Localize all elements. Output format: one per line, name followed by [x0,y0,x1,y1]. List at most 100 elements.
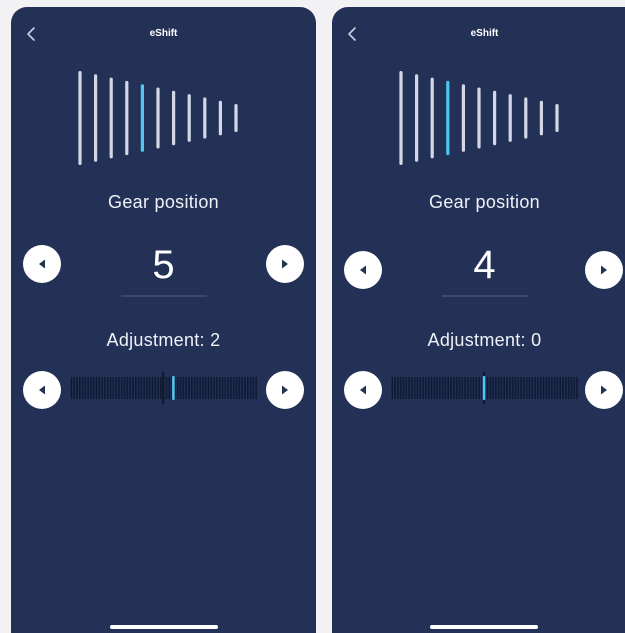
slider-tick [143,377,145,399]
slider-tick [394,377,396,399]
slider-tick [447,377,450,399]
slider-tick [249,377,252,399]
slider-tick [140,377,143,399]
adjustment-prev-button[interactable] [344,371,382,409]
adjustment-slider[interactable] [390,371,578,405]
slider-tick [227,377,229,399]
slider-tick [455,377,458,399]
slider-tick [182,377,185,399]
slider-tick [246,377,249,399]
slider-tick [210,377,213,399]
slider-tick [109,377,112,399]
gear-bar-11 [234,104,238,132]
slider-tick [204,377,207,399]
slider-tick [537,377,539,399]
slider-tick [506,377,508,399]
slider-tick [132,377,134,399]
gear-bar-6 [477,87,481,149]
slider-tick [120,377,123,399]
slider-value-indicator[interactable] [482,376,486,400]
gear-bar-10 [539,100,543,136]
slider-tick [461,377,464,399]
slider-tick [562,377,564,399]
slider-tick [397,377,399,399]
gear-bar-7 [172,90,176,146]
slider-tick [134,377,137,399]
slider-tick [101,377,103,399]
slider-tick [525,377,528,399]
slider-tick [137,377,140,399]
slider-tick [255,377,257,399]
slider-tick [467,377,469,399]
slider-tick [520,377,522,399]
slider-tick [464,377,466,399]
slider-tick [416,377,419,399]
slider-tick [193,377,196,399]
gear-bar-9 [524,97,528,139]
slider-tick [472,377,475,399]
gear-position-label: Gear position [108,192,219,212]
slider-tick [419,377,422,399]
home-indicator [430,625,538,629]
slider-tick [565,377,567,399]
gear-bar-7 [493,90,497,146]
slider-tick [207,377,210,399]
slider-tick [413,377,416,399]
gear-bar-1 [78,71,82,165]
gear-bar-3 [109,77,113,159]
slider-tick [408,377,410,399]
gear-value: 4 [473,243,496,287]
slider-tick [514,377,517,399]
slider-tick [190,377,193,399]
slider-tick [126,377,129,399]
slider-tick [548,377,550,399]
slider-tick [439,377,441,399]
slider-tick [235,377,238,399]
slider-tick [433,377,436,399]
slider-tick [213,377,215,399]
triangle-left-icon [360,385,366,395]
slider-tick [70,377,73,399]
slider-center-mark [161,372,165,404]
slider-tick [553,377,556,399]
slider-tick [90,377,92,399]
gear-indicator [78,71,238,165]
slider-tick [154,377,157,399]
slider-tick [92,377,95,399]
adjustment-next-button[interactable] [585,371,623,409]
gear-next-button[interactable] [585,251,623,289]
slider-tick [73,377,75,399]
slider-tick [241,377,243,399]
gear-value-underline [121,295,207,297]
gear-bar-6 [156,87,160,149]
slider-tick [509,377,511,399]
slider-tick [573,377,576,399]
triangle-left-icon [39,385,45,395]
slider-value-indicator[interactable] [172,376,175,400]
slider-tick [252,377,255,399]
gear-bar-4 [125,80,129,156]
slider-tick [436,377,438,399]
gear-bar-5 [461,84,465,152]
slider-tick [531,377,534,399]
slider-tick [98,377,101,399]
slider-tick [542,377,545,399]
adjustment-prev-button[interactable] [23,371,61,409]
slider-tick [168,377,171,399]
gear-bar-4 [446,80,450,156]
adjustment-label: Adjustment: 2 [106,330,221,350]
gear-next-button[interactable] [266,245,304,283]
slider-tick [95,377,98,399]
slider-tick [244,377,246,399]
slider-tick [539,377,542,399]
slider-tick [106,377,109,399]
slider-tick [123,377,126,399]
slider-tick [444,377,447,399]
slider-tick [570,377,573,399]
adjustment-label: Adjustment: 0 [427,330,542,350]
adjustment-next-button[interactable] [266,371,304,409]
slider-tick [78,377,81,399]
slider-tick [545,377,548,399]
slider-tick [500,377,503,399]
adjustment-slider[interactable] [69,371,257,405]
